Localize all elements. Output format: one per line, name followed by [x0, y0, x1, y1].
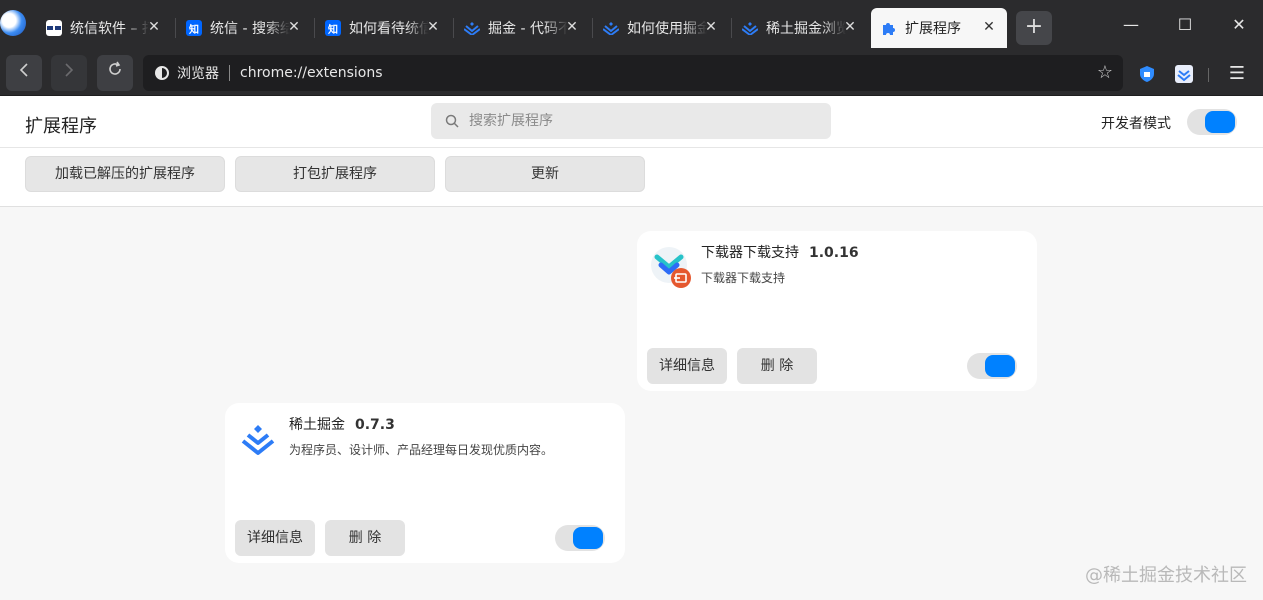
extensions-header: 扩展程序 开发者模式 — [0, 96, 1263, 148]
watermark: @稀土掘金技术社区 — [1085, 565, 1247, 586]
extension-enable-toggle[interactable] — [555, 525, 605, 551]
tab-title: 统信 - 搜索结 — [210, 21, 290, 37]
tab-zhihu-question[interactable]: 知 如何看待统信 ✕ — [315, 8, 451, 48]
extension-name: 稀土掘金 — [289, 417, 345, 433]
tab-close-icon[interactable]: ✕ — [425, 19, 441, 35]
address-origin: 浏览器 — [177, 66, 219, 82]
juejin-icon — [464, 20, 480, 36]
tab-zhihu-search[interactable]: 知 统信 - 搜索结 ✕ — [176, 8, 312, 48]
reload-button[interactable] — [97, 55, 133, 91]
extension-version: 0.7.3 — [355, 417, 395, 433]
address-url[interactable]: chrome://extensions — [240, 65, 383, 81]
tab-close-icon[interactable]: ✕ — [146, 19, 162, 35]
search-box[interactable] — [431, 103, 831, 139]
tab-title: 稀土掘金浏览 — [766, 21, 846, 37]
search-input[interactable] — [469, 113, 809, 129]
tab-close-icon[interactable]: ✕ — [703, 19, 719, 35]
tab-juejin-howto[interactable]: 如何使用掘金 ✕ — [593, 8, 729, 48]
bookmark-star-icon[interactable]: ☆ — [1097, 63, 1113, 83]
extension-description: 为程序员、设计师、产品经理每日发现优质内容。 — [289, 443, 554, 457]
uos-icon — [46, 20, 62, 36]
tab-close-icon[interactable]: ✕ — [842, 19, 858, 35]
tab-title: 如何使用掘金 — [627, 21, 707, 37]
remove-button[interactable]: 删 除 — [325, 520, 405, 556]
reload-icon — [109, 61, 121, 75]
page-title: 扩展程序 — [25, 116, 97, 137]
tab-juejin-home[interactable]: 掘金 - 代码不 ✕ — [454, 8, 590, 48]
tab-title: 掘金 - 代码不 — [488, 21, 568, 37]
extension-name: 下载器下载支持 — [701, 245, 799, 261]
juejin-logo-icon — [235, 415, 281, 461]
new-tab-button[interactable]: + — [1016, 11, 1052, 45]
browser-logo-icon — [0, 8, 28, 38]
details-button[interactable]: 详细信息 — [647, 348, 727, 384]
dev-mode-toggle[interactable] — [1187, 109, 1237, 135]
downloader-logo-icon — [647, 243, 693, 289]
zhihu-icon: 知 — [325, 20, 341, 36]
juejin-icon — [603, 20, 619, 36]
tab-close-icon[interactable]: ✕ — [286, 19, 302, 35]
extension-card-downloader: 下载器下载支持 1.0.16 下载器下载支持 详细信息 删 除 — [637, 231, 1037, 391]
window-close-icon[interactable]: ✕ — [1224, 12, 1254, 38]
chevron-right-icon — [65, 63, 74, 77]
tab-title: 如何看待统信 — [349, 21, 429, 37]
zhihu-icon: 知 — [186, 20, 202, 36]
search-icon — [445, 114, 459, 128]
forward-button[interactable] — [51, 55, 87, 91]
minimize-icon[interactable]: — — [1116, 12, 1146, 38]
site-info-icon[interactable] — [155, 66, 169, 80]
dev-mode-label: 开发者模式 — [1101, 116, 1171, 132]
update-button[interactable]: 更新 — [445, 156, 645, 192]
tab-close-icon[interactable]: ✕ — [564, 19, 580, 35]
extension-version: 1.0.16 — [809, 245, 859, 261]
chevron-left-icon — [19, 63, 28, 77]
address-bar[interactable]: 浏览器 chrome://extensions ☆ — [143, 55, 1123, 91]
extension-enable-toggle[interactable] — [967, 353, 1017, 379]
puzzle-icon — [881, 20, 897, 36]
tab-extensions[interactable]: 扩展程序 ✕ — [871, 8, 1007, 48]
tab-strip: 统信软件 – 打 ✕ 知 统信 - 搜索结 ✕ 知 如何看待统信 ✕ 掘金 - … — [0, 0, 1263, 52]
developer-toolbar: 加载已解压的扩展程序 打包扩展程序 更新 — [0, 148, 1263, 207]
details-button[interactable]: 详细信息 — [235, 520, 315, 556]
back-button[interactable] — [6, 55, 42, 91]
juejin-extension-icon[interactable] — [1175, 65, 1193, 83]
extension-description: 下载器下载支持 — [701, 271, 786, 285]
navigation-bar: 浏览器 chrome://extensions ☆ ☰ — [0, 52, 1263, 96]
juejin-icon — [742, 20, 758, 36]
extension-card-juejin: 稀土掘金 0.7.3 为程序员、设计师、产品经理每日发现优质内容。 详细信息 删 … — [225, 403, 625, 563]
tab-close-icon[interactable]: ✕ — [981, 19, 997, 35]
shield-extension-icon[interactable] — [1138, 65, 1156, 83]
load-unpacked-button[interactable]: 加载已解压的扩展程序 — [25, 156, 225, 192]
tab-uos[interactable]: 统信软件 – 打 ✕ — [36, 8, 172, 48]
remove-button[interactable]: 删 除 — [737, 348, 817, 384]
tab-juejin-browser[interactable]: 稀土掘金浏览 ✕ — [732, 8, 868, 48]
tab-title: 统信软件 – 打 — [70, 21, 150, 37]
menu-icon[interactable]: ☰ — [1226, 64, 1248, 84]
maximize-icon[interactable]: ☐ — [1170, 12, 1200, 38]
pack-extension-button[interactable]: 打包扩展程序 — [235, 156, 435, 192]
